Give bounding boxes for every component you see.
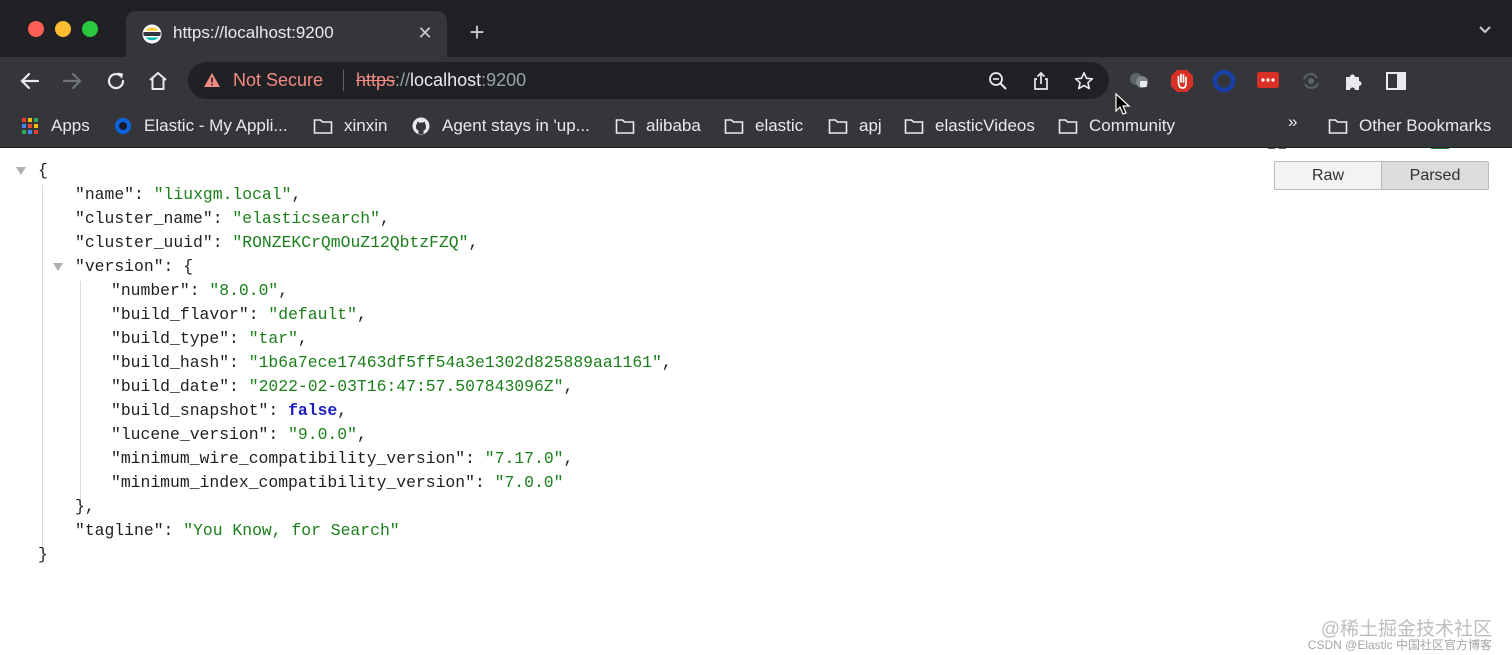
close-icon[interactable]: ✕ [415,23,435,43]
stop-hand-icon[interactable] [1170,69,1194,93]
home-icon[interactable] [146,69,170,93]
json-open-brace: { [38,161,48,180]
indent-guide [80,281,81,509]
bookmark-github-agent[interactable]: Agent stays in 'up... [411,114,590,138]
reload-icon[interactable] [104,69,128,93]
warning-triangle-icon[interactable] [203,72,221,88]
json-line-tagline: "tagline": "You Know, for Search" [75,521,400,540]
raw-button[interactable]: Raw [1275,162,1382,189]
json-line-cluster-uuid: "cluster_uuid": "RONZEKCrQmOuZ12QbtzFZQ"… [75,233,479,252]
elastic-circle-icon [115,118,131,134]
address-bar[interactable]: Not Secure https://localhost:9200 [188,62,1109,99]
json-line-lucene-version: "lucene_version": "9.0.0", [111,425,367,444]
bookmark-folder-community[interactable]: Community [1058,114,1175,138]
tab-title: https://localhost:9200 [173,23,334,42]
red-dots-extension-icon[interactable] [1256,69,1280,93]
json-viewer-page: Raw Parsed { "name": "liuxgm.local", "cl… [0,149,1512,655]
elastic-logo-icon [142,24,162,44]
window-minimize-button[interactable] [55,21,71,37]
json-line-build-flavor: "build_flavor": "default", [111,305,367,324]
json-version-close: }, [75,497,95,516]
bookmark-folder-elasticvideos[interactable]: elasticVideos [904,114,1035,138]
share-icon[interactable] [1031,71,1051,91]
json-line-version: "version": { [75,257,194,276]
json-line-name: "name": "liuxgm.local", [75,185,302,204]
folder-icon [904,119,924,134]
bookmark-folder-elastic[interactable]: elastic [724,114,803,138]
url-scheme: https [356,70,396,90]
json-line-number: "number": "8.0.0", [111,281,289,300]
sync-disabled-icon[interactable] [1299,69,1323,93]
window-close-button[interactable] [28,21,44,37]
chevron-down-icon[interactable] [1478,22,1492,36]
mouse-cursor-icon [1115,93,1131,115]
new-tab-button[interactable]: + [464,19,490,45]
json-line-build-date: "build_date": "2022-02-03T16:47:57.50784… [111,377,574,396]
bookmark-folder-alibaba[interactable]: alibaba [615,114,701,138]
bookmarks-overflow-button[interactable]: » [1288,112,1297,132]
apps-grid-icon [22,118,38,134]
forward-arrow-icon[interactable] [60,69,84,93]
json-line-build-hash: "build_hash": "1b6a7ece17463df5ff54a3e13… [111,353,672,372]
json-line-min-wire: "minimum_wire_compatibility_version": "7… [111,449,574,468]
bookmark-apps[interactable]: Apps [20,114,90,138]
window-zoom-button[interactable] [82,21,98,37]
bookmarks-bar: Apps Elastic - My Appli... xinxin Agent … [0,104,1512,148]
url-host: localhost [410,70,482,90]
bookmark-folder-xinxin[interactable]: xinxin [313,114,387,138]
zoom-magnifier-icon[interactable] [988,71,1008,91]
github-icon [412,117,430,135]
collapse-toggle-icon[interactable] [53,263,63,271]
json-line-cluster-name: "cluster_name": "elasticsearch", [75,209,390,228]
not-secure-label[interactable]: Not Secure [233,70,323,91]
tab-strip: https://localhost:9200 ✕ + [0,0,1512,57]
bookmark-folder-apj[interactable]: apj [828,114,882,138]
bookmark-star-icon[interactable] [1074,71,1094,91]
collapse-toggle-icon[interactable] [16,167,26,175]
indent-guide [42,185,43,557]
json-line-build-type: "build_type": "tar", [111,329,308,348]
folder-icon [1328,119,1348,134]
json-close-brace: } [38,545,48,564]
extension-tab-icon[interactable] [1127,69,1151,93]
folder-icon [1058,119,1078,134]
url-port: :9200 [481,70,527,90]
json-line-build-snapshot: "build_snapshot": false, [111,401,348,420]
watermark-csdn: CSDN @Elastic 中国社区官方博客 [1307,638,1492,652]
folder-icon [615,119,635,134]
bookmark-other-bookmarks[interactable]: Other Bookmarks [1328,114,1491,138]
puzzle-extensions-icon[interactable] [1342,69,1366,93]
tab-localhost[interactable]: https://localhost:9200 ✕ [126,11,447,57]
url-text[interactable]: https://localhost:9200 [356,70,526,91]
bookmark-elastic-my-appli[interactable]: Elastic - My Appli... [113,114,288,138]
folder-icon [828,119,848,134]
folder-icon [724,119,744,134]
folder-icon [313,119,333,134]
browser-toolbar: Not Secure https://localhost:9200 8 [0,57,1512,158]
side-panel-icon[interactable] [1384,69,1408,93]
back-arrow-icon[interactable] [18,69,42,93]
blue-ring-icon[interactable] [1212,69,1236,93]
view-toggle: Raw Parsed [1274,161,1489,190]
parsed-button[interactable]: Parsed [1382,162,1488,189]
omnibox-divider [343,70,344,91]
json-line-min-index: "minimum_index_compatibility_version": "… [111,473,564,492]
url-separator: :// [395,70,411,90]
